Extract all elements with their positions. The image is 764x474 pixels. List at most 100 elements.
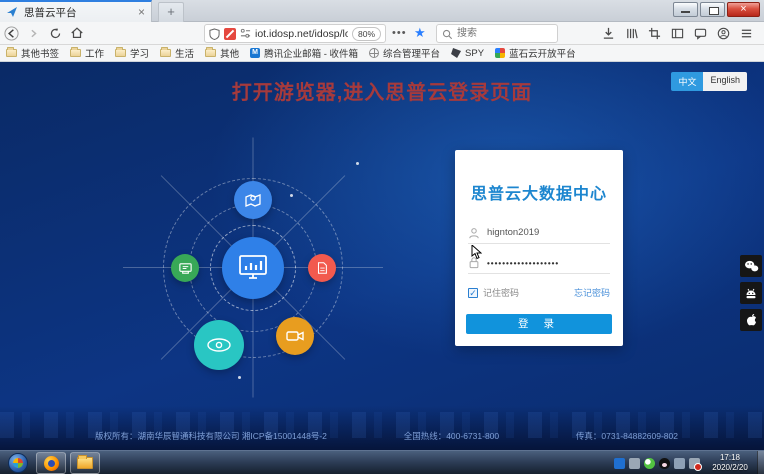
minimize-button[interactable]: [673, 2, 698, 17]
folder-icon: [160, 49, 171, 57]
wechat-icon: [744, 260, 759, 273]
page-footer: 版权所有：湖南华辰智通科技有限公司 湘ICP备15001448号-2 全国热线：…: [0, 406, 764, 450]
url-bar[interactable]: iot.idosp.net/idosp/login.html 80%: [204, 24, 386, 43]
bookmark-folder-study[interactable]: 学习: [115, 46, 149, 60]
bookmark-folder-life[interactable]: 生活: [160, 46, 194, 60]
bookmark-folder-misc[interactable]: 其他: [205, 46, 239, 60]
decor-dot: [356, 162, 359, 165]
annotation-text: 打开游览器,进入思普云登录页面: [0, 76, 764, 105]
tab-favicon-icon: [6, 6, 18, 18]
document-node[interactable]: [308, 254, 336, 282]
decor-dot: [290, 194, 293, 197]
bookmarks-bar: 其他书签 工作 学习 生活 其他 M腾讯企业邮箱 - 收件箱 综合管理平台 SP…: [0, 45, 764, 62]
tray-notification-icon[interactable]: [614, 458, 625, 469]
system-tray: [614, 451, 700, 474]
footer-fax: 传真：0731-84882609-802: [576, 430, 678, 442]
explorer-folder-icon: [77, 457, 93, 469]
search-input[interactable]: [457, 26, 555, 41]
mail-icon: M: [250, 48, 260, 58]
login-page: 打开游览器,进入思普云登录页面 中文 English: [0, 62, 764, 450]
bookmark-folder-work[interactable]: 工作: [70, 46, 104, 60]
screen-icon: [178, 261, 193, 276]
account-icon[interactable]: [715, 26, 731, 42]
menu-icon[interactable]: [738, 26, 754, 42]
messages-icon[interactable]: [692, 26, 708, 42]
tray-network-share-icon[interactable]: [674, 458, 685, 469]
tray-wechat-icon[interactable]: [644, 458, 655, 469]
spy-icon: [451, 48, 461, 58]
eye-icon: [205, 336, 233, 354]
username-field[interactable]: hignton2019: [468, 222, 610, 244]
dashboard-node[interactable]: [222, 237, 284, 299]
bookmark-spy[interactable]: SPY: [451, 48, 484, 59]
show-desktop-button[interactable]: [757, 451, 764, 474]
windows-logo-icon: [13, 458, 23, 468]
globe-icon: [369, 48, 379, 58]
download-icon[interactable]: [600, 26, 616, 42]
clock-date: 2020/2/20: [705, 463, 755, 473]
vision-node[interactable]: [194, 320, 244, 370]
sidebar-icon[interactable]: [669, 26, 685, 42]
screenshot-icon[interactable]: [646, 26, 662, 42]
screen: 思普云平台 × + × iot.idosp.net/idosp/login.ht…: [0, 0, 764, 474]
bookmark-star-icon[interactable]: ★: [414, 25, 426, 41]
lang-english-button[interactable]: English: [703, 72, 747, 91]
video-node[interactable]: [276, 317, 314, 355]
apple-icon: [745, 313, 758, 327]
tray-device-icon[interactable]: [629, 458, 640, 469]
browser-tab[interactable]: 思普云平台 ×: [0, 0, 152, 22]
footer-copyright: 版权所有：湖南华辰智通科技有限公司 湘ICP备15001448号-2: [95, 430, 327, 442]
lanshi-icon: [495, 48, 505, 58]
zoom-level-indicator[interactable]: 80%: [352, 27, 381, 41]
bookmark-lanshi-cloud[interactable]: 蓝石云开放平台: [495, 46, 576, 60]
back-button[interactable]: [0, 23, 22, 43]
bookmark-folder-other-bookmarks[interactable]: 其他书签: [6, 46, 59, 60]
footer-hotline: 全国热线：400-6731-800: [404, 430, 499, 442]
browser-nav-toolbar: iot.idosp.net/idosp/login.html 80% ••• ★: [0, 22, 764, 45]
home-button[interactable]: [66, 23, 88, 43]
tray-volume-muted-icon[interactable]: [689, 458, 700, 469]
taskbar-explorer-button[interactable]: [70, 452, 100, 474]
tab-close-icon[interactable]: ×: [138, 5, 145, 19]
bookmark-tencent-mail[interactable]: M腾讯企业邮箱 - 收件箱: [250, 46, 358, 60]
close-button[interactable]: ×: [727, 2, 760, 17]
taskbar-firefox-button[interactable]: [36, 452, 66, 474]
library-icon[interactable]: [623, 26, 639, 42]
search-box[interactable]: [436, 24, 558, 43]
bookmark-management-platform[interactable]: 综合管理平台: [369, 46, 440, 60]
map-node[interactable]: [234, 181, 272, 219]
url-text: iot.idosp.net/idosp/login.html: [255, 28, 348, 40]
reload-button[interactable]: [44, 23, 66, 43]
decor-dot: [238, 376, 241, 379]
clock-time: 17:18: [705, 453, 755, 463]
map-pin-icon: [243, 190, 263, 210]
folder-icon: [205, 49, 216, 57]
forgot-password-link[interactable]: 忘记密码: [574, 286, 610, 299]
tab-title: 思普云平台: [24, 5, 132, 20]
page-actions-icon[interactable]: •••: [392, 27, 407, 39]
lang-chinese-button[interactable]: 中文: [671, 72, 703, 91]
window-controls: ×: [673, 2, 760, 17]
monitor-node[interactable]: [171, 254, 199, 282]
username-value: hignton2019: [487, 227, 539, 238]
remember-checkbox[interactable]: ✓: [468, 288, 478, 298]
restore-button[interactable]: [700, 2, 725, 17]
start-button[interactable]: [8, 453, 28, 473]
android-button[interactable]: [740, 282, 762, 304]
login-button[interactable]: 登 录: [466, 314, 612, 334]
new-tab-button[interactable]: +: [158, 2, 184, 22]
forward-button[interactable]: [22, 23, 44, 43]
taskbar-clock[interactable]: 17:18 2020/2/20: [705, 453, 755, 473]
remember-label: 记住密码: [483, 286, 574, 299]
password-field[interactable]: •••••••••••••••••••: [468, 252, 610, 274]
side-app-buttons: [740, 255, 762, 331]
site-permissions-icon[interactable]: [240, 28, 251, 39]
login-title: 思普云大数据中心: [455, 180, 623, 204]
footer-text-row: 版权所有：湖南华辰智通科技有限公司 湘ICP备15001448号-2 全国热线：…: [95, 430, 678, 442]
blocked-plugin-icon[interactable]: [224, 28, 236, 40]
monitor-chart-icon: [236, 253, 270, 283]
mouse-cursor: [471, 245, 482, 260]
apple-button[interactable]: [740, 309, 762, 331]
wechat-button[interactable]: [740, 255, 762, 277]
tray-qq-icon[interactable]: [659, 458, 670, 469]
